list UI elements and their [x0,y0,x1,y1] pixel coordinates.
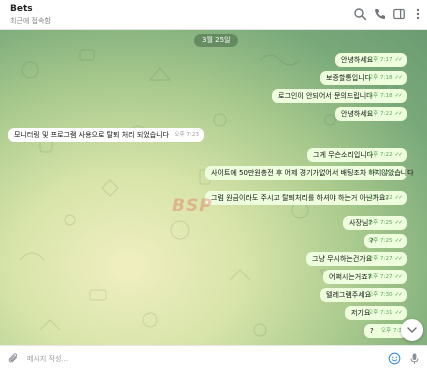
message-text: 그럼 원금이라도 주시고 탈퇴처리를 하셔야 하는거 아닌가요? [211,194,390,202]
read-checks-icon: ✓✓ [394,220,403,226]
message-bubble[interactable]: 어쩌시는거죠? 오후 7:27 ✓✓ [323,270,407,284]
paperclip-icon[interactable] [7,352,20,365]
sidebar-icon[interactable] [392,7,406,21]
watermark-logo: BSP [172,196,213,216]
message-time: 오후 7:25 [367,238,393,244]
read-checks-icon: ✓✓ [394,238,403,244]
message-text: ? [370,327,374,335]
message-text: 로그인이 안되어서 문의드립니다 [278,92,373,100]
message-text: 그냥 무시하는건가요 [312,255,373,263]
message-bubble[interactable]: 저기요 오후 7:31 ✓✓ [345,306,407,320]
message-time: 오후 7:3 [380,328,402,334]
message-meta: 오후 7:17 ✓✓ [367,53,403,67]
read-checks-icon: ✓✓ [394,310,403,316]
message-time: 오후 7:17 [367,57,393,63]
read-checks-icon: ✓✓ [394,274,403,280]
message-meta: 오후 7:18 ✓✓ [367,89,403,103]
message-bubble[interactable]: 그게 무슨소리입니다 오후 7:22 ✓✓ [307,148,407,162]
phone-icon[interactable] [373,7,387,21]
message-bubble[interactable]: 안녕하세요 오후 7:17 ✓✓ [335,53,407,67]
message-bubble[interactable]: 사장님? 오후 7:25 ✓✓ [343,216,407,230]
message-time: 오후 7:22 [367,195,393,201]
message-bubble[interactable]: 그럼 원금이라도 주시고 탈퇴처리를 하셔야 하는거 아닌가요? 오후 7:22… [205,191,407,205]
message-bubble[interactable]: 그냥 무시하는건가요 오후 7:27 ✓✓ [306,252,407,266]
message-time: 오후 7:31 [367,310,393,316]
message-meta: 오후 7:27 ✓✓ [367,270,403,284]
search-icon[interactable] [353,7,367,21]
read-checks-icon: ✓✓ [394,256,403,262]
read-checks-icon: ✓✓ [394,152,403,158]
message-meta: 오후 7:23 [174,128,199,142]
message-meta: 오후 7:22 ✓✓ [367,166,403,180]
message-meta: 오후 7:22 ✓✓ [367,148,403,162]
read-checks-icon: ✓✓ [394,75,403,81]
message-text: 어쩌시는거죠? [329,273,372,281]
message-bubble[interactable]: 사이트에 50만원충전 후 어제 경기가없어서 배팅조차 하지않았습니다 오후 … [205,166,414,180]
chat-area[interactable]: 3월 25일 안녕하세요 오후 7:17 ✓✓ 보증할통입니다 오후 7:18 ✓✓… [0,30,427,345]
message-meta: 오후 7:3 [381,324,402,338]
message-meta: 오후 7:31 ✓✓ [367,306,403,320]
read-checks-icon: ✓✓ [394,111,403,117]
message-meta: 오후 7:22 ✓✓ [367,107,403,121]
message-meta: 오후 7:18 ✓✓ [367,71,403,85]
microphone-icon[interactable] [408,352,421,365]
message-time: 오후 7:22 [367,111,393,117]
message-text: 모니터링 및 프로그램 사용으로 탈퇴 처리 되었습니다 [14,131,170,139]
message-time: 오후 7:18 [367,75,393,81]
read-checks-icon: ✓✓ [394,93,403,99]
message-bubble[interactable]: 모니터링 및 프로그램 사용으로 탈퇴 처리 되었습니다 오후 7:23 [8,128,204,142]
message-text: 보증할통입니다 [326,74,372,82]
emoji-icon[interactable] [388,352,401,365]
message-meta: 오후 7:22 ✓✓ [367,191,403,205]
read-checks-icon: ✓✓ [394,57,403,63]
read-checks-icon: ✓✓ [394,195,403,201]
message-time: 오후 7:22 [367,152,393,158]
last-seen-status: 최근에 접속함 [10,17,51,25]
date-separator: 3월 25일 [194,34,239,47]
message-time: 오후 7:23 [174,132,199,138]
message-text: 그게 무슨소리입니다 [313,151,374,159]
message-time: 오후 7:27 [367,256,393,262]
message-bubble[interactable]: 텔레그램주세요 오후 7:30 ✓✓ [320,288,407,302]
chevron-down-icon [407,327,417,333]
message-bubble[interactable]: 로그인이 안되어서 문의드립니다 오후 7:18 ✓✓ [272,89,407,103]
message-time: 오후 7:27 [367,274,393,280]
message-meta: 오후 7:25 ✓✓ [367,234,403,248]
read-checks-icon: ✓✓ [394,170,403,176]
chat-header: Bets 최근에 접속함 [0,0,427,30]
more-icon[interactable] [411,7,425,21]
message-meta: 오후 7:27 ✓✓ [367,252,403,266]
message-time: 오후 7:30 [367,292,393,298]
scroll-to-bottom-button[interactable] [401,319,423,341]
chat-title[interactable]: Bets [10,4,33,14]
message-meta: 오후 7:30 ✓✓ [367,288,403,302]
message-bubble[interactable]: ? 오후 7:25 ✓✓ [364,234,407,248]
message-bubble[interactable]: 보증할통입니다 오후 7:18 ✓✓ [320,71,407,85]
message-input[interactable] [27,351,377,367]
read-checks-icon: ✓✓ [394,292,403,298]
message-composer [0,345,427,371]
message-time: 오후 7:18 [367,93,393,99]
message-bubble[interactable]: 안녕하세요 오후 7:22 ✓✓ [335,107,407,121]
message-time: 오후 7:25 [367,220,393,226]
message-meta: 오후 7:25 ✓✓ [367,216,403,230]
message-text: 텔레그램주세요 [326,291,372,299]
message-time: 오후 7:22 [367,170,393,176]
